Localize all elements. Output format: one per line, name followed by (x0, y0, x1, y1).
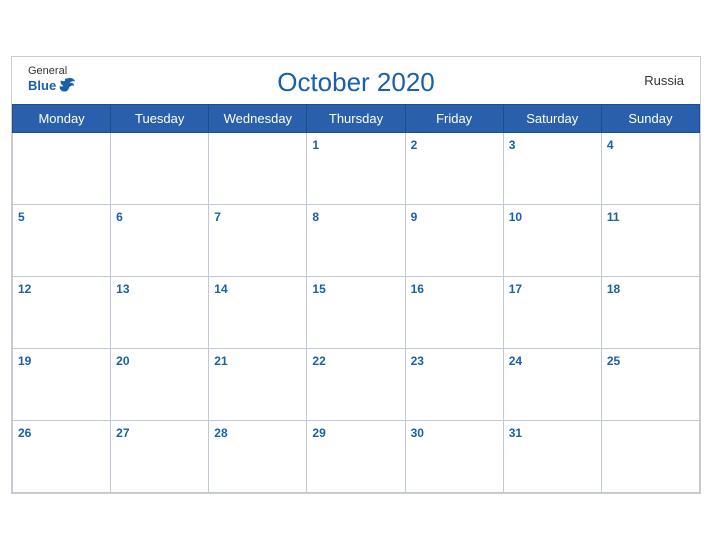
calendar-cell: 5 (13, 205, 111, 277)
day-number: 7 (214, 210, 221, 224)
day-number: 2 (411, 138, 418, 152)
calendar-cell: 30 (405, 421, 503, 493)
calendar-cell: 7 (209, 205, 307, 277)
header-saturday: Saturday (503, 105, 601, 133)
day-number: 19 (18, 354, 31, 368)
day-number: 1 (312, 138, 319, 152)
day-number: 18 (607, 282, 620, 296)
calendar-cell: 9 (405, 205, 503, 277)
calendar-body: 1234567891011121314151617181920212223242… (13, 133, 700, 493)
day-number: 31 (509, 426, 522, 440)
calendar-cell (111, 133, 209, 205)
calendar-cell: 1 (307, 133, 405, 205)
day-number: 28 (214, 426, 227, 440)
calendar-cell: 31 (503, 421, 601, 493)
calendar-cell (209, 133, 307, 205)
day-number: 10 (509, 210, 522, 224)
calendar-cell: 21 (209, 349, 307, 421)
header-thursday: Thursday (307, 105, 405, 133)
day-number: 22 (312, 354, 325, 368)
calendar-cell: 15 (307, 277, 405, 349)
day-number: 8 (312, 210, 319, 224)
day-number: 27 (116, 426, 129, 440)
calendar-cell: 27 (111, 421, 209, 493)
day-number: 26 (18, 426, 31, 440)
calendar-cell: 18 (601, 277, 699, 349)
day-number: 16 (411, 282, 424, 296)
day-number: 21 (214, 354, 227, 368)
calendar-cell: 19 (13, 349, 111, 421)
calendar-cell: 11 (601, 205, 699, 277)
day-number: 3 (509, 138, 516, 152)
calendar-cell: 25 (601, 349, 699, 421)
day-number: 6 (116, 210, 123, 224)
calendar-cell: 2 (405, 133, 503, 205)
country-label: Russia (644, 73, 684, 88)
calendar: General Blue October 2020 Russia Monday … (11, 56, 701, 494)
week-row-3: 12 13 14 15 16 17 18 (13, 277, 700, 349)
calendar-cell: 8 (307, 205, 405, 277)
calendar-cell: 3 (503, 133, 601, 205)
header-wednesday: Wednesday (209, 105, 307, 133)
day-number: 23 (411, 354, 424, 368)
day-number: 30 (411, 426, 424, 440)
calendar-cell: 6 (111, 205, 209, 277)
header-tuesday: Tuesday (111, 105, 209, 133)
logo: General Blue (28, 65, 76, 93)
calendar-cell: 14 (209, 277, 307, 349)
week-row-5: 26 27 28 29 30 31 (13, 421, 700, 493)
week-row-2: 5 6 7 8 9 10 11 (13, 205, 700, 277)
day-number: 11 (607, 210, 620, 224)
calendar-cell: 12 (13, 277, 111, 349)
calendar-header: General Blue October 2020 Russia (12, 57, 700, 104)
calendar-cell: 10 (503, 205, 601, 277)
day-number: 9 (411, 210, 418, 224)
header-sunday: Sunday (601, 105, 699, 133)
day-number: 20 (116, 354, 129, 368)
calendar-cell: 20 (111, 349, 209, 421)
header-friday: Friday (405, 105, 503, 133)
calendar-cell: 13 (111, 277, 209, 349)
logo-bird-icon (58, 77, 76, 93)
day-number: 29 (312, 426, 325, 440)
calendar-table: Monday Tuesday Wednesday Thursday Friday… (12, 104, 700, 493)
day-number: 15 (312, 282, 325, 296)
day-number: 13 (116, 282, 129, 296)
day-number: 17 (509, 282, 522, 296)
logo-blue-text: Blue (28, 77, 76, 93)
calendar-title: October 2020 (277, 67, 435, 98)
day-number: 4 (607, 138, 614, 152)
day-number: 25 (607, 354, 620, 368)
day-number: 24 (509, 354, 522, 368)
weekday-header-row: Monday Tuesday Wednesday Thursday Friday… (13, 105, 700, 133)
calendar-cell: 22 (307, 349, 405, 421)
calendar-cell: 24 (503, 349, 601, 421)
calendar-cell (601, 421, 699, 493)
week-row-1: 1 2 3 4 (13, 133, 700, 205)
calendar-cell (13, 133, 111, 205)
calendar-cell: 29 (307, 421, 405, 493)
calendar-cell: 17 (503, 277, 601, 349)
day-number: 12 (18, 282, 31, 296)
day-number: 14 (214, 282, 227, 296)
calendar-cell: 28 (209, 421, 307, 493)
week-row-4: 19 20 21 22 23 24 25 (13, 349, 700, 421)
calendar-cell: 23 (405, 349, 503, 421)
logo-general-text: General (28, 65, 67, 77)
calendar-cell: 4 (601, 133, 699, 205)
calendar-cell: 16 (405, 277, 503, 349)
day-number: 5 (18, 210, 25, 224)
calendar-cell: 26 (13, 421, 111, 493)
header-monday: Monday (13, 105, 111, 133)
